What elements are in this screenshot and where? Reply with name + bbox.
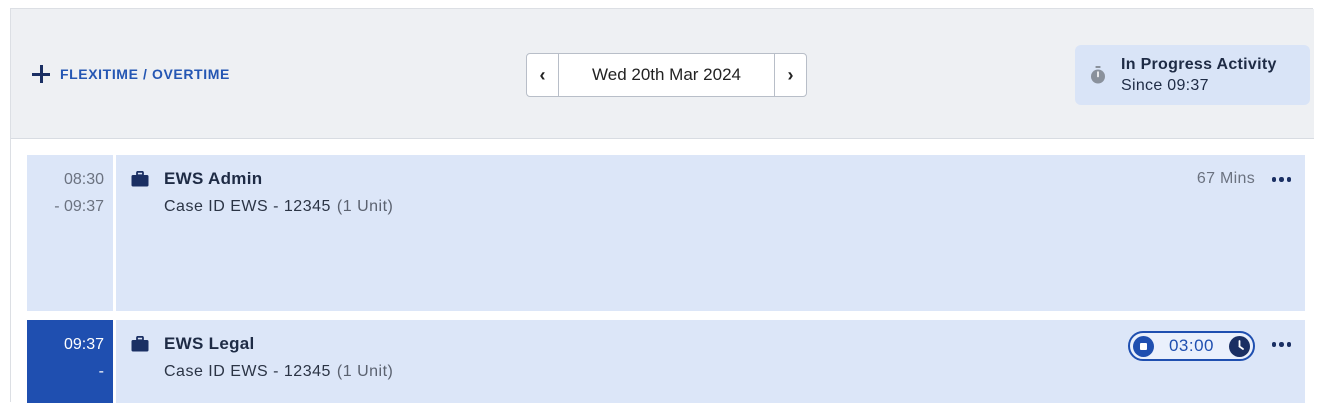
activity-case-id: Case ID EWS - 12345 [164, 198, 331, 215]
activity-case: Case ID EWS - 12345 (1 Unit) [164, 198, 393, 216]
timesheet-panel: FLEXITIME / OVERTIME ‹ Wed 20th Mar 2024… [10, 8, 1314, 403]
timer-value: 03:00 [1168, 336, 1215, 355]
briefcase-icon [131, 336, 149, 352]
add-flexitime-label: FLEXITIME / OVERTIME [60, 66, 230, 82]
in-progress-title: In Progress Activity [1121, 55, 1277, 73]
chevron-right-icon: › [787, 64, 794, 85]
chevron-left-icon: ‹ [539, 64, 546, 85]
briefcase-icon [131, 171, 149, 187]
activity-time: 09:37 - [27, 320, 113, 403]
activity-case: Case ID EWS - 12345 (1 Unit) [164, 363, 393, 381]
activity-row[interactable]: 09:37 - EWS Legal Case ID EWS - 12345 (1 … [27, 320, 1305, 403]
activity-duration: 67 Mins [1196, 170, 1255, 187]
activity-end-time: - [98, 363, 104, 380]
activity-unit: (1 Unit) [336, 363, 394, 380]
activity-time: 08:30 - 09:37 [27, 155, 113, 311]
date-navigator: ‹ Wed 20th Mar 2024 › [526, 53, 807, 97]
activity-start-time: 09:37 [63, 336, 104, 353]
clock-icon [1229, 335, 1250, 357]
stop-timer-button[interactable] [1133, 335, 1154, 357]
activity-body: EWS Legal Case ID EWS - 12345 (1 Unit) 03… [116, 320, 1305, 403]
more-options-icon[interactable] [1271, 342, 1291, 347]
activity-title: EWS Legal [164, 334, 255, 353]
activity-end-time: - 09:37 [54, 198, 104, 215]
activity-unit: (1 Unit) [336, 198, 394, 215]
activity-case-id: Case ID EWS - 12345 [164, 363, 331, 380]
plus-icon [32, 65, 50, 83]
activity-row[interactable]: 08:30 - 09:37 EWS Admin Case ID EWS - 12… [27, 155, 1305, 311]
next-day-button[interactable]: › [774, 54, 806, 96]
current-date[interactable]: Wed 20th Mar 2024 [559, 54, 774, 96]
more-options-icon[interactable] [1271, 177, 1291, 182]
in-progress-since: Since 09:37 [1121, 76, 1209, 94]
stopwatch-icon [1091, 66, 1105, 84]
activity-body: EWS Admin Case ID EWS - 12345 (1 Unit) 67… [116, 155, 1305, 311]
activity-title: EWS Admin [164, 169, 263, 188]
activity-start-time: 08:30 [63, 171, 104, 188]
previous-day-button[interactable]: ‹ [527, 54, 559, 96]
timesheet-header: FLEXITIME / OVERTIME ‹ Wed 20th Mar 2024… [11, 9, 1314, 139]
activity-timer: 03:00 [1128, 331, 1255, 361]
in-progress-activity-card[interactable]: In Progress Activity Since 09:37 [1075, 45, 1310, 105]
add-flexitime-overtime-button[interactable]: FLEXITIME / OVERTIME [32, 65, 230, 83]
